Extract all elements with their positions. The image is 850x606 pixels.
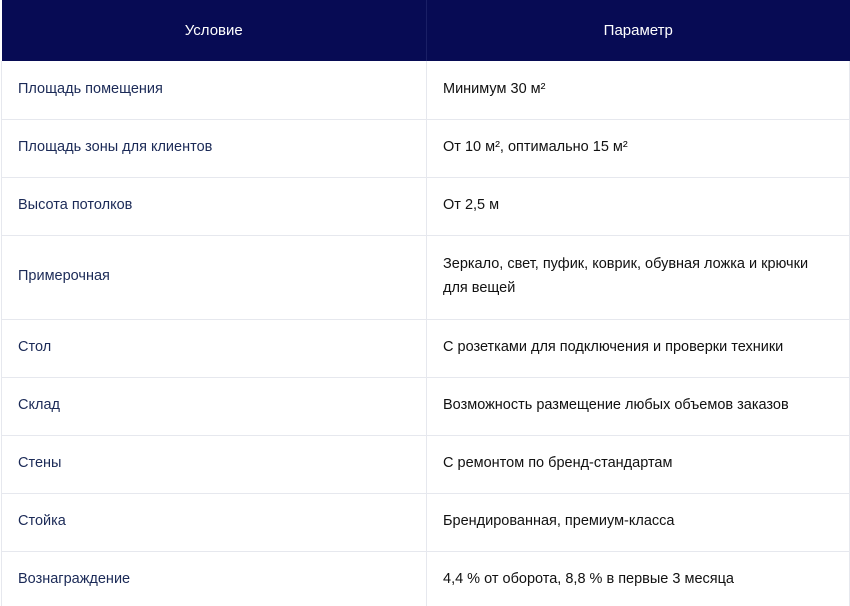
condition-cell: Площадь помещения	[1, 61, 427, 120]
condition-cell: Площадь зоны для клиентов	[1, 119, 427, 178]
parameter-cell: Брендированная, премиум-класса	[426, 493, 850, 552]
condition-cell: Вознаграждение	[1, 551, 427, 606]
table-row: Стойка Брендированная, премиум-класса	[1, 493, 850, 552]
table-row: Склад Возможность размещение любых объем…	[1, 377, 850, 436]
table-row: Вознаграждение 4,4 % от оборота, 8,8 % в…	[1, 551, 850, 606]
table-body: Площадь помещения Минимум 30 м² Площадь …	[1, 61, 850, 606]
parameter-cell: От 2,5 м	[426, 177, 850, 236]
condition-cell: Стол	[1, 319, 427, 378]
parameter-cell: Возможность размещение любых объемов зак…	[426, 377, 850, 436]
header-parameter: Параметр	[426, 0, 850, 61]
condition-cell: Склад	[1, 377, 427, 436]
parameter-cell: От 10 м², оптимально 15 м²	[426, 119, 850, 178]
table-row: Высота потолков От 2,5 м	[1, 177, 850, 236]
condition-cell: Стены	[1, 435, 427, 494]
conditions-table: Условие Параметр Площадь помещения Миним…	[1, 0, 850, 606]
table-header: Условие Параметр	[1, 0, 850, 61]
table-row: Стол С розетками для подключения и прове…	[1, 319, 850, 378]
condition-cell: Примерочная	[1, 235, 427, 320]
parameter-cell: Зеркало, свет, пуфик, коврик, обувная ло…	[426, 235, 850, 320]
parameter-cell: 4,4 % от оборота, 8,8 % в первые 3 месяц…	[426, 551, 850, 606]
header-row: Условие Параметр	[1, 0, 850, 61]
parameter-cell: Минимум 30 м²	[426, 61, 850, 120]
parameter-cell: С розетками для подключения и проверки т…	[426, 319, 850, 378]
condition-cell: Стойка	[1, 493, 427, 552]
header-condition: Условие	[1, 0, 427, 61]
table-row: Площадь помещения Минимум 30 м²	[1, 61, 850, 120]
table-row: Стены С ремонтом по бренд-стандартам	[1, 435, 850, 494]
table-row: Примерочная Зеркало, свет, пуфик, коврик…	[1, 235, 850, 320]
parameter-cell: С ремонтом по бренд-стандартам	[426, 435, 850, 494]
condition-cell: Высота потолков	[1, 177, 427, 236]
table-row: Площадь зоны для клиентов От 10 м², опти…	[1, 119, 850, 178]
